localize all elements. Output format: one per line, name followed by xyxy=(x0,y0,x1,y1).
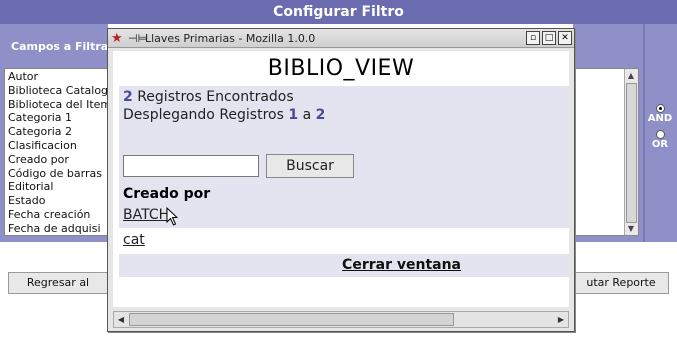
minimize-icon[interactable]: ▫ xyxy=(526,31,540,45)
showing-from: 1 xyxy=(288,107,299,123)
list-item[interactable]: Estado xyxy=(8,194,107,208)
scroll-up-icon[interactable]: ▲ xyxy=(624,69,638,82)
scroll-down-icon[interactable]: ▼ xyxy=(624,222,638,235)
record-link[interactable]: cat xyxy=(123,232,145,248)
popup-content: BIBLIO_VIEW 2 Registros Encontrados Desp… xyxy=(113,51,569,307)
records-found-text: Registros Encontrados xyxy=(137,89,294,105)
horizontal-scrollbar[interactable]: ◀ ▶ xyxy=(113,311,569,328)
results-panel: 2 Registros Encontrados Desplegando Regi… xyxy=(119,86,569,248)
radio-or-label: OR xyxy=(651,139,669,150)
popup-window: ★ ⊣⊨ Llaves Primarias - Mozilla 1.0.0 ▫ … xyxy=(107,28,575,332)
maximize-icon[interactable]: □ xyxy=(542,31,556,45)
mozilla-star-icon: ★ xyxy=(111,31,123,46)
list-item[interactable]: Autor xyxy=(8,70,107,84)
fields-label: Campos a Filtrar xyxy=(0,24,108,64)
page-title: Configurar Filtro xyxy=(0,0,677,24)
scrollbar-thumb[interactable] xyxy=(129,313,454,326)
list-item[interactable]: Biblioteca del Item xyxy=(8,98,107,112)
column-header: Creado por xyxy=(123,186,211,202)
list-item[interactable]: Clasificacion xyxy=(8,139,107,153)
list-item[interactable]: Editorial xyxy=(8,180,107,194)
right-panel-header xyxy=(573,24,643,64)
showing-to: 2 xyxy=(315,107,326,123)
radio-and[interactable] xyxy=(655,104,665,113)
showing-prefix: Desplegando Registros xyxy=(123,107,284,123)
close-window-link[interactable]: Cerrar ventana xyxy=(342,257,461,273)
radio-and-label: AND xyxy=(647,113,673,124)
records-found-count: 2 xyxy=(123,89,133,105)
close-icon[interactable]: ✕ xyxy=(558,31,572,45)
radio-or[interactable] xyxy=(655,130,665,139)
selected-fields-listbox[interactable]: ▲ ▼ xyxy=(573,68,639,236)
search-button[interactable]: Buscar xyxy=(266,154,354,178)
record-link[interactable]: BATCH xyxy=(123,207,169,223)
list-item[interactable]: Categoria 1 xyxy=(8,111,107,125)
app-title: BIBLIO_VIEW xyxy=(267,56,415,81)
run-report-button[interactable]: utar Reporte xyxy=(573,272,669,294)
scrollbar-thumb[interactable] xyxy=(626,83,637,223)
logic-radio-group: AND OR xyxy=(645,104,675,156)
footer-panel: Cerrar ventana xyxy=(119,254,569,277)
scroll-right-icon[interactable]: ▶ xyxy=(554,312,568,327)
list-item[interactable]: Fecha de adquisi xyxy=(8,222,107,235)
vertical-scrollbar[interactable]: ▲ ▼ xyxy=(624,69,638,235)
window-title: Llaves Primarias - Mozilla 1.0.0 xyxy=(145,32,316,45)
fields-listbox[interactable]: Autor Biblioteca Catalog Biblioteca del … xyxy=(4,68,108,236)
search-input[interactable] xyxy=(123,155,259,177)
scroll-left-icon[interactable]: ◀ xyxy=(114,312,128,327)
mouse-cursor-icon xyxy=(166,207,179,226)
back-button[interactable]: Regresar al xyxy=(8,272,108,294)
window-titlebar[interactable]: ★ ⊣⊨ Llaves Primarias - Mozilla 1.0.0 ▫ … xyxy=(108,29,574,48)
list-item[interactable]: Código de barras xyxy=(8,167,107,181)
list-item[interactable]: Categoria 2 xyxy=(8,125,107,139)
showing-sep: a xyxy=(302,107,312,123)
list-item[interactable]: Creado por xyxy=(8,153,107,167)
list-item[interactable]: Fecha creación xyxy=(8,208,107,222)
records-found-line: 2 Registros Encontrados xyxy=(123,89,294,105)
showing-records-line: Desplegando Registros 1 a 2 xyxy=(123,107,325,123)
list-item[interactable]: Biblioteca Catalog xyxy=(8,84,107,98)
